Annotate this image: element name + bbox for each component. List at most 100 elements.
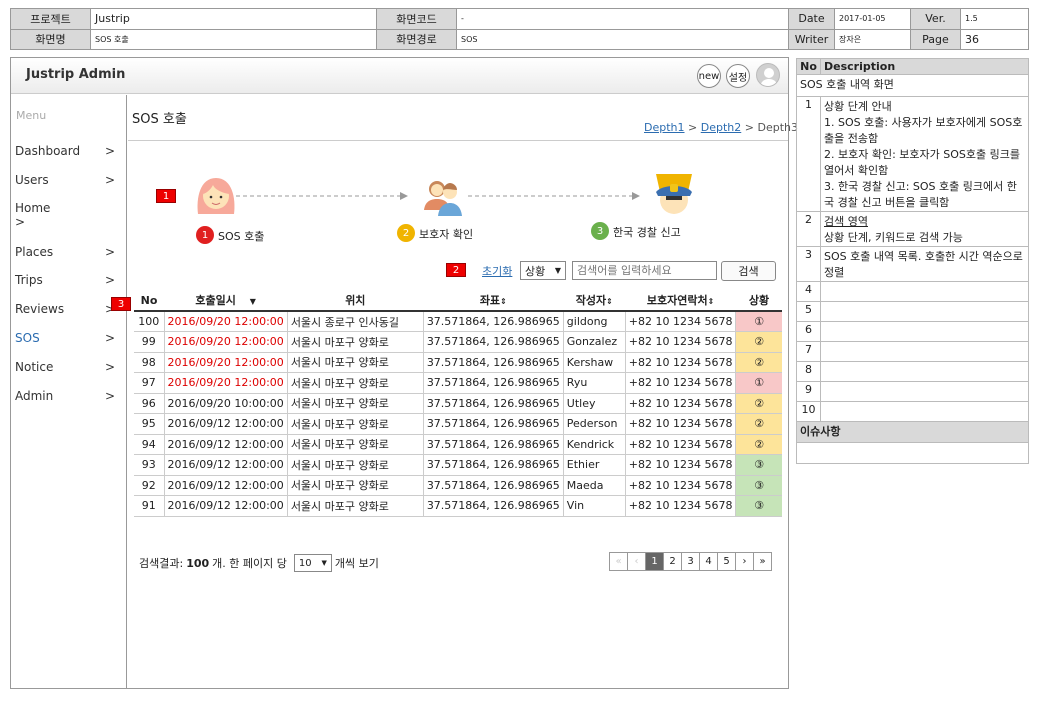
annotation-marker-3: 3: [111, 297, 131, 311]
col-time[interactable]: 호출일시 ▼: [164, 290, 288, 312]
row-writer: Vin: [562, 495, 626, 517]
sidebar-item-home[interactable]: Home >: [15, 201, 115, 229]
desc-row-content: 상황 단계 안내 1. SOS 호출: 사용자가 보호자에게 SOS호출을 전송함…: [820, 96, 1029, 212]
settings-button[interactable]: 설정: [726, 64, 750, 88]
desc-row-content: [820, 281, 1029, 302]
table-row[interactable]: 96 2016/09/20 10:00:00 서울시 마포구 양화로 37.57186…: [134, 393, 782, 414]
prev-page-icon[interactable]: ‹: [627, 552, 646, 571]
status-select[interactable]: 상황 ▼: [520, 261, 566, 280]
sidebar-item-label: Trips: [15, 273, 43, 287]
chevron-right-icon: >: [104, 389, 115, 403]
row-coord: 37.571864, 126.986965: [422, 413, 564, 435]
top-bar: [11, 58, 788, 94]
row-writer: Kershaw: [562, 352, 626, 373]
desc-no-header: No: [796, 58, 821, 75]
desc-row: 5: [796, 301, 1029, 322]
col-contact[interactable]: 보호자연락처⇕: [625, 290, 736, 312]
page-4-button[interactable]: 4: [699, 552, 718, 571]
title-divider: [128, 140, 788, 141]
writer-label: Writer: [788, 28, 835, 50]
table-row[interactable]: 100 2016/09/20 12:00:00 서울시 종로구 인사동길 37.571…: [134, 311, 782, 332]
row-location: 서울시 마포구 양화로: [286, 331, 424, 353]
pagination: «‹ 1 2 3 4 5 ›»: [609, 552, 772, 571]
sidebar-item-label: Places: [15, 245, 54, 259]
desc-row: 10: [796, 401, 1029, 422]
desc-row-no: 1: [796, 96, 821, 212]
desc-line: SOS 호출 내역 목록. 호출한 시간 역순으로 정렬: [824, 250, 1023, 279]
new-button[interactable]: new: [697, 64, 721, 88]
chevron-right-icon: >: [104, 360, 115, 374]
last-page-icon[interactable]: »: [753, 552, 772, 571]
desc-header: Description: [820, 58, 1029, 75]
sidebar-item-trips[interactable]: Trips >: [15, 273, 115, 287]
row-status: ②: [735, 331, 782, 353]
row-coord: 37.571864, 126.986965: [422, 352, 564, 373]
ver-label: Ver.: [910, 8, 961, 30]
sidebar-item-admin[interactable]: Admin >: [15, 389, 115, 403]
breadcrumb-depth1[interactable]: Depth1: [644, 121, 685, 134]
table-row[interactable]: 94 2016/09/12 12:00:00 서울시 마포구 양화로 37.57186…: [134, 434, 782, 455]
col-coord[interactable]: 좌표⇕: [423, 290, 564, 312]
row-location: 서울시 마포구 양화로: [286, 475, 424, 496]
result-prefix: 검색결과:: [139, 557, 184, 570]
desc-row-content: [820, 361, 1029, 382]
sidebar-item-places[interactable]: Places >: [15, 245, 115, 259]
page-label: Page: [910, 28, 961, 50]
search-input[interactable]: [572, 261, 717, 280]
step-3-badge: 3: [591, 222, 609, 240]
row-writer: gildong: [562, 311, 626, 332]
chevron-right-icon: >: [104, 273, 115, 287]
reset-link[interactable]: 초기화: [482, 263, 512, 279]
desc-row-content: [820, 401, 1029, 422]
screen-code-label: 화면코드: [376, 8, 457, 30]
next-page-icon[interactable]: ›: [735, 552, 754, 571]
result-mid: 개. 한 페이지 당: [212, 557, 287, 570]
row-no: 96: [134, 393, 164, 414]
desc-row-no: 6: [796, 321, 821, 342]
sidebar-item-notice[interactable]: Notice >: [15, 360, 115, 374]
chevron-down-icon: ▼: [321, 559, 327, 567]
col-status[interactable]: 상황: [735, 290, 782, 312]
desc-row: 9: [796, 381, 1029, 402]
first-page-icon[interactable]: «: [609, 552, 628, 571]
table-row[interactable]: 98 2016/09/20 12:00:00 서울시 마포구 양화로 37.57186…: [134, 352, 782, 373]
table-row[interactable]: 91 2016/09/12 12:00:00 서울시 마포구 양화로 37.57186…: [134, 495, 782, 517]
woman-icon: [197, 178, 235, 214]
table-row[interactable]: 95 2016/09/12 12:00:00 서울시 마포구 양화로 37.57186…: [134, 413, 782, 435]
row-no: 97: [134, 372, 164, 394]
page-5-button[interactable]: 5: [717, 552, 736, 571]
breadcrumb-separator: >: [744, 121, 754, 134]
sidebar-item-users[interactable]: Users >: [15, 173, 115, 187]
avatar[interactable]: [756, 63, 780, 87]
table-row[interactable]: 99 2016/09/20 12:00:00 서울시 마포구 양화로 37.57186…: [134, 331, 782, 353]
col-location[interactable]: 위치: [287, 290, 424, 312]
per-page-select[interactable]: 10 ▼: [293, 554, 332, 572]
page-3-button[interactable]: 3: [681, 552, 700, 571]
sidebar-item-dashboard[interactable]: Dashboard >: [15, 144, 115, 158]
sidebar-item-reviews[interactable]: Reviews >: [15, 302, 115, 316]
project-value: Justrip: [90, 8, 377, 30]
col-no[interactable]: No: [134, 290, 164, 312]
desc-row: 4: [796, 281, 1029, 302]
table-row[interactable]: 97 2016/09/20 12:00:00 서울시 마포구 양화로 37.57186…: [134, 372, 782, 394]
sidebar-item-sos[interactable]: SOS >: [15, 331, 115, 345]
result-count: 100: [186, 556, 210, 570]
table-row[interactable]: 92 2016/09/12 12:00:00 서울시 마포구 양화로 37.57186…: [134, 475, 782, 496]
step-3-label: 한국 경찰 신고: [613, 226, 681, 239]
writer-value: 장자은: [834, 28, 911, 50]
col-writer[interactable]: 작성자⇕: [563, 290, 626, 312]
table-row[interactable]: 93 2016/09/12 12:00:00 서울시 마포구 양화로 37.57186…: [134, 454, 782, 476]
search-button[interactable]: 검색: [721, 261, 776, 281]
date-value: 2017-01-05: [834, 8, 911, 30]
result-summary: 검색결과: 100 개. 한 페이지 당 10 ▼ 개씩 보기: [139, 554, 379, 572]
desc-line: 상황 단계, 키워드로 검색 가능: [824, 231, 963, 244]
chevron-down-icon: ▼: [554, 266, 561, 275]
desc-row-no: 5: [796, 301, 821, 322]
row-status: ③: [735, 454, 782, 476]
page-2-button[interactable]: 2: [663, 552, 682, 571]
row-coord: 37.571864, 126.986965: [422, 311, 564, 332]
sidebar-item-label: Notice: [15, 360, 54, 374]
status-select-value: 상황: [525, 264, 546, 278]
breadcrumb-depth2[interactable]: Depth2: [701, 121, 742, 134]
page-1-button[interactable]: 1: [645, 552, 664, 571]
